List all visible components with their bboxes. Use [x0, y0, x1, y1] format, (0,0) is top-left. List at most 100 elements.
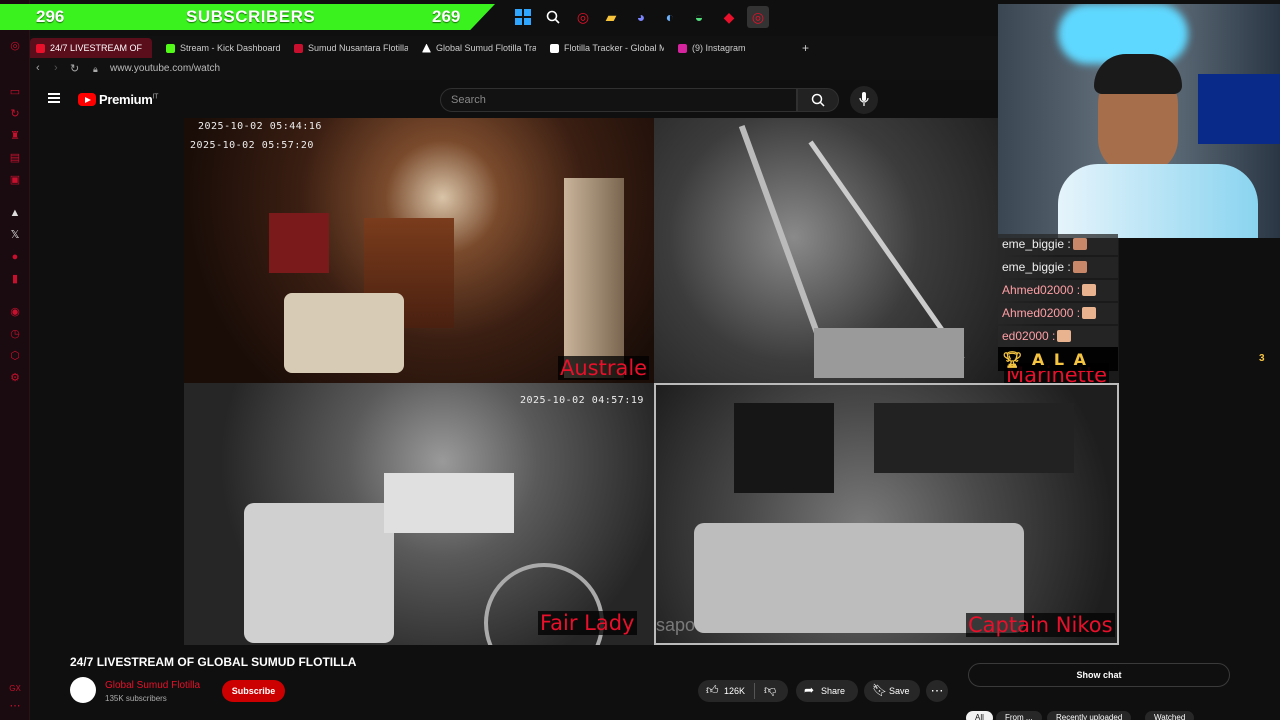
chip-watched[interactable]: Watched: [1145, 711, 1195, 720]
search-icon[interactable]: [542, 6, 564, 28]
chip-all[interactable]: All: [966, 711, 993, 720]
opera-icon[interactable]: ◎: [572, 6, 594, 28]
x-twitter-icon[interactable]: 𝕏: [9, 229, 21, 241]
search-input[interactable]: Search: [440, 88, 797, 112]
pin-icon[interactable]: ◆: [718, 6, 740, 28]
tab-livestream[interactable]: 24/7 LIVESTREAM OF: [30, 38, 152, 58]
sub-count-right: 269: [432, 7, 461, 26]
shield-icon[interactable]: ▮: [9, 273, 21, 285]
bookmark-icon: 🔖︎: [872, 683, 888, 697]
tab-label: Sumud Nusantara Flotilla: [308, 43, 408, 53]
reload-icon[interactable]: ↻: [70, 62, 79, 75]
settings-icon[interactable]: ⚙: [9, 372, 21, 384]
subscriber-count: 135K subscribers: [105, 694, 167, 703]
chat-message: ed02000 :: [998, 326, 1118, 347]
sub-label: SUBSCRIBERS: [186, 7, 316, 26]
record-icon[interactable]: ●: [9, 251, 21, 263]
chip-from[interactable]: From ...: [996, 711, 1042, 720]
windows-start-icon[interactable]: [512, 6, 534, 28]
monitor-glow: [1198, 74, 1280, 144]
tab-label: Stream - Kick Dashboard: [180, 43, 280, 53]
tab-tracker-global[interactable]: Flotilla Tracker - Global M: [544, 38, 664, 58]
tab-nusantara[interactable]: Sumud Nusantara Flotilla: [288, 38, 408, 58]
refresh-icon[interactable]: ↻: [9, 108, 21, 120]
like-count[interactable]: 126K: [724, 686, 745, 696]
more-icon[interactable]: ⋯: [9, 700, 21, 712]
camera-label: Captain Nikos: [966, 613, 1115, 637]
chip-recent[interactable]: Recently uploaded: [1047, 711, 1132, 720]
tab-bar: 24/7 LIVESTREAM OF Stream - Kick Dashboa…: [30, 36, 998, 58]
like-dislike-group: 👍︎ 126K 👎︎: [698, 680, 788, 702]
youtube-header: PremiumIT Search: [30, 82, 998, 118]
search-icon: [811, 93, 825, 107]
tab-label: Global Sumud Flotilla Tra: [436, 43, 536, 53]
save-button[interactable]: 🔖︎ Save: [864, 680, 920, 702]
camera-label: Australe: [558, 356, 650, 380]
channel-avatar[interactable]: [70, 677, 96, 703]
bag-icon[interactable]: ♜: [9, 130, 21, 142]
flotilla-icon: [294, 43, 303, 53]
kick-icon: [166, 43, 175, 53]
youtube-brand[interactable]: PremiumIT: [99, 92, 158, 107]
subscriber-bar: 296 SUBSCRIBERS 269: [0, 4, 495, 30]
cube-icon[interactable]: ⬡: [9, 350, 21, 362]
cabin-wall: [269, 213, 329, 273]
cabin-seat: [284, 293, 404, 373]
leader-badge: 🏆︎ A L A: [998, 347, 1118, 371]
streamer-hoodie: [1058, 164, 1258, 238]
thumbs-down-icon[interactable]: 👎︎: [764, 683, 776, 698]
music-icon[interactable]: ▣: [9, 174, 21, 186]
cabin-window: [874, 403, 1074, 473]
cabin-window: [734, 403, 834, 493]
opera-gx-icon[interactable]: ◎: [747, 6, 769, 28]
folder-icon[interactable]: ▰: [600, 6, 622, 28]
tab-flotilla-tracker[interactable]: Global Sumud Flotilla Tra: [416, 38, 536, 58]
mic-icon: [859, 92, 869, 106]
discord-icon[interactable]: ◕: [630, 6, 652, 28]
tab-kick-dashboard[interactable]: Stream - Kick Dashboard: [160, 38, 280, 58]
share-icon: ➦: [804, 683, 815, 697]
app-icon[interactable]: ◒: [688, 6, 710, 28]
page-icon: [550, 43, 559, 53]
share-button[interactable]: ➦ Share: [796, 680, 858, 702]
triangle-icon: [422, 43, 431, 53]
tab-label: 24/7 LIVESTREAM OF: [50, 43, 143, 53]
play-circle-icon[interactable]: ◉: [9, 306, 21, 318]
share-label: Share: [821, 686, 846, 696]
thumbs-up-icon[interactable]: 👍︎: [706, 683, 719, 698]
lock-icon: 🔒︎: [93, 64, 98, 74]
search-button[interactable]: [797, 88, 839, 112]
address-bar: ‹ › ↻ 🔒︎ www.youtube.com/watch: [30, 58, 998, 80]
back-icon[interactable]: ‹: [36, 62, 40, 74]
url-text[interactable]: www.youtube.com/watch: [110, 63, 220, 74]
chat-message: eme_biggie :: [998, 257, 1118, 278]
twitch-icon[interactable]: ▤: [9, 152, 21, 164]
camera-fair-lady: 2025-10-02 04:57:19 Fair Lady: [184, 383, 654, 645]
save-label: Save: [889, 686, 910, 696]
emote-icon: [1057, 330, 1072, 342]
more-actions-icon[interactable]: ⋯: [926, 680, 948, 702]
triangle-app-icon[interactable]: ▲: [9, 207, 21, 219]
new-tab-icon[interactable]: +: [796, 38, 816, 58]
steam-icon[interactable]: ◐: [659, 6, 681, 28]
channel-name[interactable]: Global Sumud Flotilla: [105, 680, 200, 691]
emote-icon: [1082, 307, 1097, 319]
messenger-icon[interactable]: ▭: [9, 86, 21, 98]
tab-label: (9) Instagram: [692, 43, 746, 53]
cockpit-bench: [384, 473, 514, 533]
video-player[interactable]: 2025-10-02 05:44:16 2025-10-02 05:57:20 …: [184, 118, 1119, 645]
show-chat-button[interactable]: Show chat: [968, 663, 1230, 687]
camera-label: Fair Lady: [538, 611, 637, 635]
sub-count-left: 296: [36, 7, 65, 26]
forward-icon[interactable]: ›: [54, 62, 58, 74]
voice-search-button[interactable]: [850, 86, 878, 114]
clock-icon[interactable]: ◷: [9, 328, 21, 340]
youtube-logo-icon[interactable]: [78, 93, 96, 106]
tab-instagram[interactable]: (9) Instagram: [672, 38, 772, 58]
gx-icon[interactable]: GX: [9, 683, 21, 695]
chat-message: eme_biggie :: [998, 234, 1118, 255]
opera-logo-icon[interactable]: ◎: [9, 40, 21, 52]
menu-icon[interactable]: [48, 93, 60, 103]
watermark: sapo: [656, 615, 696, 635]
subscribe-button[interactable]: Subscribe: [222, 680, 285, 702]
